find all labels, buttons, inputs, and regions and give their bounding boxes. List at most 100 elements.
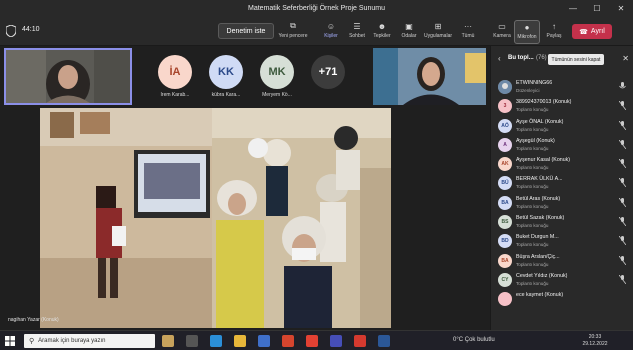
- apps-icon: ⊞: [434, 21, 442, 31]
- participants-panel: ‹ Bu topl... (76) ✕ Tümünün sesini kapat…: [490, 46, 633, 330]
- avatar: BA: [498, 253, 512, 268]
- share-button[interactable]: ↑ Paylaş: [540, 20, 568, 44]
- participant-avatar[interactable]: MK: [260, 55, 294, 89]
- microphone-off-icon: [619, 101, 626, 111]
- shield-icon: [6, 25, 16, 37]
- microphone-off-icon: [619, 255, 626, 265]
- participant-video: [6, 50, 130, 103]
- word-icon[interactable]: [378, 335, 390, 347]
- participant-name: Meryem Kö...: [262, 92, 292, 98]
- shared-video[interactable]: [40, 108, 391, 328]
- avatar: AK: [498, 157, 512, 172]
- window-controls: — ☐ ✕: [561, 0, 633, 17]
- microphone-icon: [619, 82, 626, 89]
- participant-row[interactable]: A Ayşegül (Konuk) Toplantı konuğu: [491, 136, 633, 155]
- request-control-button[interactable]: Denetim iste: [218, 23, 274, 39]
- microphone-icon: ●: [524, 22, 530, 32]
- classroom-video: [40, 108, 391, 328]
- taskbar-search-box[interactable]: ⚲ Aramak için buraya yazın: [24, 334, 155, 348]
- avatar: BÜ: [498, 176, 512, 191]
- participant-row[interactable]: AK Ayşenur Kasal (Konuk) Toplantı konuğu: [491, 155, 633, 174]
- microphone-off-icon: [619, 217, 626, 227]
- microphone-off-icon: [619, 274, 626, 284]
- window-title: Matematik Seferberliği Örnek Proje Sunum…: [248, 5, 385, 12]
- store-icon[interactable]: [258, 335, 270, 347]
- avatar: BS: [498, 215, 512, 230]
- maximize-button[interactable]: ☐: [585, 0, 609, 17]
- more-button[interactable]: ··· Tümü: [452, 20, 484, 44]
- people-icon: ☺: [326, 21, 336, 31]
- file-explorer-icon[interactable]: [234, 335, 246, 347]
- task-view-icon[interactable]: [186, 335, 198, 347]
- meeting-toolbar: 44:10 Denetim iste ⧉ Yeni pencere ☺ Kişi…: [0, 17, 633, 46]
- microphone-button[interactable]: ● Mikrofon: [514, 20, 540, 44]
- chrome-icon[interactable]: [306, 335, 318, 347]
- participant-avatar[interactable]: İA: [158, 55, 192, 89]
- avatar: AÖ: [498, 118, 512, 133]
- panel-title: Bu topl...: [508, 55, 534, 61]
- title-bar: Matematik Seferberliği Örnek Proje Sunum…: [0, 0, 633, 17]
- avatar: 3: [498, 99, 512, 114]
- weather-widget[interactable]: 0°C Çok bulutlu: [453, 337, 495, 343]
- participant-count: (76): [536, 55, 547, 61]
- leave-button[interactable]: ☎ Ayrıl: [572, 24, 612, 39]
- share-icon: ↑: [552, 21, 556, 31]
- avatar: [498, 80, 512, 94]
- organizer-avatar-icon: [498, 80, 512, 94]
- edge-icon[interactable]: [210, 335, 222, 347]
- microphone-off-icon: [619, 139, 626, 149]
- camera-icon: ▭: [498, 21, 506, 31]
- new-window-button[interactable]: ⧉ Yeni pencere: [277, 20, 309, 44]
- avatar: BD: [498, 234, 512, 249]
- participant-row[interactable]: BD Buket Durgun M... Toplantı konuğu: [491, 232, 633, 251]
- participant-row[interactable]: BA Betül Aras (Konuk) Toplantı konuğu: [491, 194, 633, 213]
- participant-row[interactable]: ece kaymet (Konuk): [491, 290, 633, 309]
- participant-row[interactable]: BA Büşra Arslan/Çiç... Toplantı konuğu: [491, 252, 633, 271]
- participant-row[interactable]: AÖ Ayşe ÖNAL (Konuk) Toplantı konuğu: [491, 117, 633, 136]
- close-window-button[interactable]: ✕: [609, 0, 633, 17]
- chat-icon: ☰: [353, 21, 361, 31]
- teams-meeting-window: Matematik Seferberliği Örnek Proje Sunum…: [0, 0, 633, 350]
- meeting-timer: 44:10: [22, 26, 40, 33]
- close-icon[interactable]: ✕: [622, 54, 629, 63]
- participant-row[interactable]: BÜ BERRAK ÜLKÜ A... Toplantı konuğu: [491, 174, 633, 193]
- rooms-icon: ▣: [405, 21, 413, 31]
- chevron-down-icon[interactable]: ‹: [498, 54, 501, 63]
- apps-button[interactable]: ⊞ Uygulamalar: [422, 20, 454, 44]
- taskbar: ⚲ Aramak için buraya yazın 0°C Çok bulut…: [0, 330, 633, 350]
- presenter-name-label: nagihan Yazar (Konuk): [8, 317, 59, 323]
- more-participants-button[interactable]: +71: [311, 55, 345, 89]
- microphone-off-icon: [619, 178, 626, 188]
- taskbar-app-icon[interactable]: [162, 335, 174, 347]
- participant-row[interactable]: 3 389924370013 (Konuk) Toplantı konuğu: [491, 97, 633, 116]
- participant-row[interactable]: CY Cevdet Yıldız (Konuk) Toplantı konuğu: [491, 271, 633, 290]
- participant-name: İrem Karab...: [160, 92, 190, 98]
- main-stage: [0, 108, 488, 328]
- participant-list: ETWINNING66 Düzenleyici 3 389924370013 (…: [491, 78, 633, 310]
- participant-row[interactable]: BS Betül Sazak (Konuk) Toplantı konuğu: [491, 213, 633, 232]
- microphone-off-icon: [619, 236, 626, 246]
- powerpoint-icon[interactable]: [282, 335, 294, 347]
- clock[interactable]: 20:33 29.12.2022: [575, 334, 615, 348]
- participant-video-tile[interactable]: [373, 48, 486, 105]
- search-icon: ⚲: [29, 338, 35, 345]
- reactions-icon: ☻: [377, 21, 387, 31]
- microphone-off-icon: [619, 159, 626, 169]
- more-icon: ···: [464, 21, 472, 31]
- participant-avatar[interactable]: KK: [209, 55, 243, 89]
- avatar: CY: [498, 272, 512, 287]
- self-video-tile[interactable]: [4, 48, 132, 105]
- minimize-button[interactable]: —: [561, 0, 585, 17]
- windows-start-icon[interactable]: [5, 336, 15, 346]
- participant-video: [373, 48, 486, 105]
- teams-icon[interactable]: [330, 335, 342, 347]
- avatar: A: [498, 137, 512, 152]
- participant-row[interactable]: ETWINNING66 Düzenleyici: [491, 78, 633, 97]
- rooms-button[interactable]: ▣ Odalar: [393, 20, 425, 44]
- avatar: BA: [498, 195, 512, 210]
- participant-name: kübra Kara...: [211, 92, 241, 98]
- chrome-icon[interactable]: [354, 335, 366, 347]
- microphone-off-icon: [619, 120, 626, 130]
- mute-all-button[interactable]: Tümünün sesini kapat: [548, 54, 604, 65]
- avatar: [498, 292, 512, 307]
